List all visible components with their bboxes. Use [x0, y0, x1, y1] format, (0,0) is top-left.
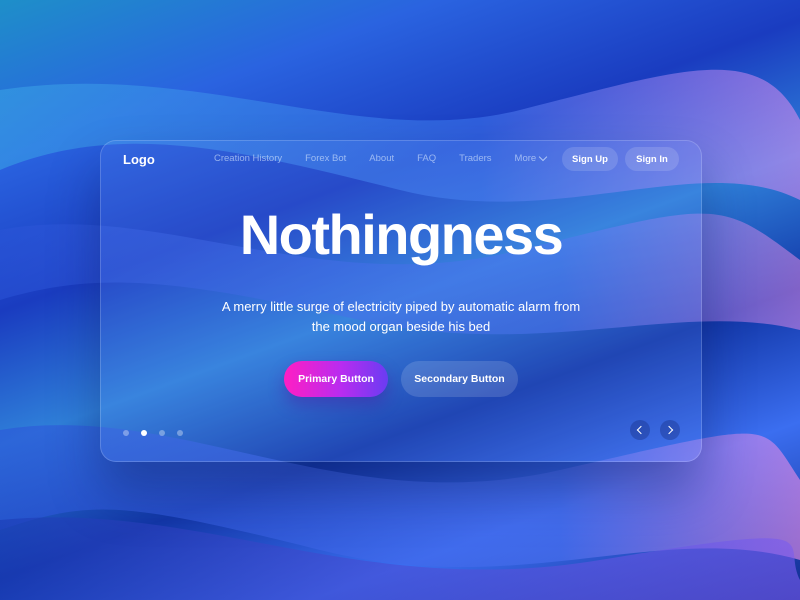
chevron-down-icon	[538, 152, 548, 162]
carousel-dot[interactable]	[159, 430, 165, 436]
chevron-left-icon	[636, 425, 646, 435]
secondary-button[interactable]: Secondary Button	[401, 361, 518, 397]
nav-more-label: More	[514, 153, 537, 164]
logo[interactable]: Logo	[123, 152, 155, 167]
carousel-dots	[123, 430, 195, 436]
primary-button[interactable]: Primary Button	[284, 361, 388, 397]
nav-link-forex-bot[interactable]: Forex Bot	[305, 153, 346, 164]
nav-link-creation-history[interactable]: Creation History	[214, 153, 282, 164]
sign-up-button[interactable]: Sign Up	[562, 147, 618, 171]
hero-card: Logo Creation History Forex Bot About FA…	[100, 140, 702, 462]
carousel-next-button[interactable]	[660, 420, 680, 440]
top-nav: Logo Creation History Forex Bot About FA…	[101, 141, 701, 177]
nav-link-faq[interactable]: FAQ	[417, 153, 436, 164]
hero-subtitle: A merry little surge of electricity pipe…	[221, 299, 581, 334]
carousel-dot[interactable]	[177, 430, 183, 436]
sign-in-button[interactable]: Sign In	[625, 147, 679, 171]
carousel-dot[interactable]	[123, 430, 129, 436]
nav-link-about[interactable]: About	[369, 153, 394, 164]
nav-links: Creation History Forex Bot About FAQ Tra…	[214, 152, 569, 164]
carousel-prev-button[interactable]	[630, 420, 650, 440]
hero-title: Nothingness	[239, 203, 564, 266]
nav-link-traders[interactable]: Traders	[459, 153, 491, 164]
nav-link-more[interactable]: More	[514, 152, 548, 164]
chevron-right-icon	[664, 425, 674, 435]
carousel-dot[interactable]	[141, 430, 147, 436]
